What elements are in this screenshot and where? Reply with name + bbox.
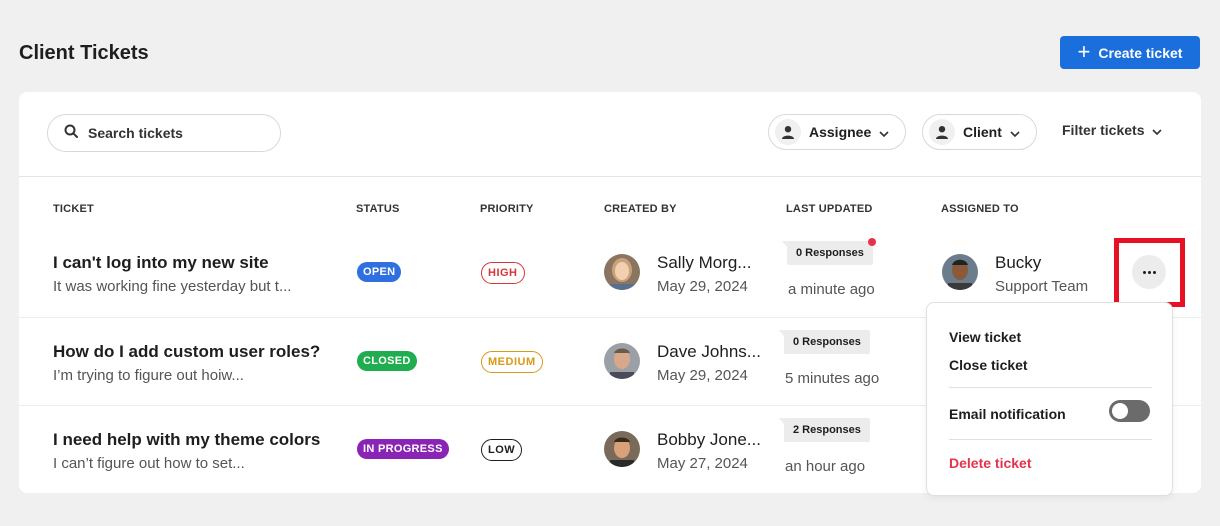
responses-count: 0 Responses [793, 336, 861, 348]
chevron-down-icon [1152, 122, 1163, 138]
email-notification-label: Email notification [949, 406, 1066, 422]
responses-badge: 0 Responses [782, 238, 876, 265]
close-ticket-item[interactable]: Close ticket [949, 357, 1028, 373]
tickets-toolbar: Assignee Client Filter tickets [19, 92, 1201, 177]
search-icon [64, 124, 78, 143]
status-badge: CLOSED [357, 351, 417, 371]
ticket-description: I can’t figure out how to set... [53, 455, 245, 472]
responses-count: 2 Responses [793, 424, 861, 436]
chevron-down-icon [1010, 124, 1020, 140]
user-icon [775, 119, 801, 145]
create-ticket-label: Create ticket [1098, 44, 1183, 61]
creator-avatar [604, 254, 640, 290]
ticket-description: It was working fine yesterday but t... [53, 278, 292, 295]
assignee-filter[interactable]: Assignee [768, 114, 906, 150]
created-date: May 29, 2024 [657, 278, 748, 295]
user-icon [929, 119, 955, 145]
client-filter-label: Client [963, 124, 1002, 140]
column-header-assigned-to: ASSIGNED TO [941, 203, 1019, 215]
filter-tickets-dropdown[interactable]: Filter tickets [1062, 122, 1163, 138]
delete-ticket-item[interactable]: Delete ticket [949, 455, 1031, 471]
responses-badge: 0 Responses [779, 330, 870, 354]
unread-indicator [867, 238, 876, 246]
last-updated: an hour ago [785, 458, 866, 475]
creator-avatar [604, 343, 640, 379]
column-header-status: STATUS [356, 203, 400, 215]
creator-name: Dave Johns... [657, 342, 761, 361]
ticket-title[interactable]: How do I add custom user roles? [53, 342, 320, 362]
email-notification-toggle[interactable] [1109, 400, 1150, 422]
creator-name: Sally Morg... [657, 253, 752, 272]
priority-badge: LOW [481, 439, 523, 461]
creator-name: Bobby Jone... [657, 430, 761, 449]
status-badge: OPEN [357, 262, 402, 282]
column-header-priority: PRIORITY [480, 203, 534, 215]
column-header-ticket: TICKET [53, 203, 94, 215]
created-date: May 27, 2024 [657, 455, 748, 472]
menu-divider [949, 439, 1152, 440]
assignee-team: Support Team [995, 278, 1089, 295]
ticket-actions-menu: View ticket Close ticket Email notificat… [926, 302, 1173, 496]
assignee-filter-label: Assignee [809, 124, 872, 140]
menu-divider [949, 387, 1152, 388]
priority-badge: MEDIUM [481, 351, 543, 373]
filter-tickets-label: Filter tickets [1062, 122, 1145, 138]
ticket-title[interactable]: I need help with my theme colors [53, 430, 320, 450]
status-badge: IN PROGRESS [357, 439, 449, 459]
last-updated: a minute ago [788, 281, 875, 298]
assignee-avatar [942, 254, 978, 290]
create-ticket-button[interactable]: + Create ticket [1060, 36, 1200, 69]
created-date: May 29, 2024 [657, 367, 748, 384]
column-header-last-updated: LAST UPDATED [786, 203, 873, 215]
creator-avatar [604, 431, 640, 467]
priority-badge: HIGH [481, 262, 525, 284]
search-input[interactable] [88, 125, 258, 141]
toggle-knob [1112, 403, 1128, 419]
chevron-down-icon [879, 124, 889, 140]
last-updated: 5 minutes ago [785, 370, 880, 387]
ticket-description: I’m trying to figure out hoiw... [53, 367, 244, 384]
ticket-title[interactable]: I can't log into my new site [53, 253, 269, 273]
page-title: Client Tickets [19, 42, 149, 64]
responses-count: 0 Responses [796, 247, 864, 259]
highlight-box [1114, 238, 1185, 307]
assignee-name: Bucky [995, 253, 1042, 272]
view-ticket-item[interactable]: View ticket [949, 329, 1021, 345]
client-filter[interactable]: Client [922, 114, 1037, 150]
search-box[interactable] [47, 114, 281, 152]
responses-badge: 2 Responses [779, 418, 870, 442]
column-header-created-by: CREATED BY [604, 203, 677, 215]
plus-icon: + [1077, 38, 1091, 64]
